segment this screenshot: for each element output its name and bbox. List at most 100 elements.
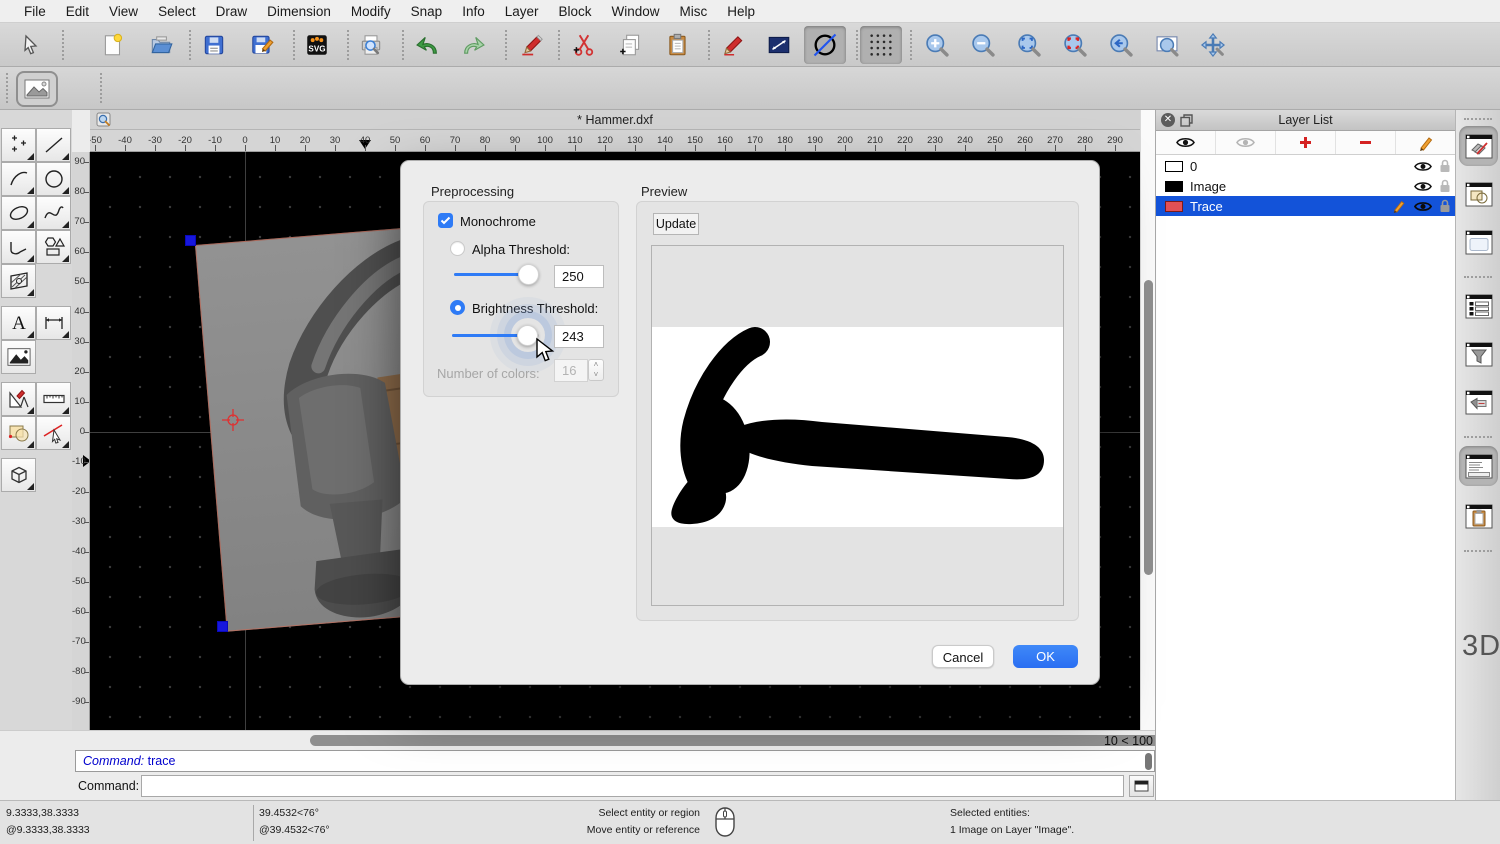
command-history[interactable]: Command: trace <box>75 750 1155 772</box>
new-file-button[interactable] <box>92 26 134 64</box>
menu-item-modify[interactable]: Modify <box>341 4 401 19</box>
circle-tool-button[interactable] <box>36 162 71 196</box>
layer-color-swatch[interactable] <box>1165 201 1183 212</box>
layer-visible-icon[interactable] <box>1414 180 1432 193</box>
number-of-colors-input[interactable]: 16 <box>554 359 588 382</box>
panel-script-shell-button[interactable] <box>1459 382 1498 422</box>
svg-export-button[interactable]: SVG <box>296 26 338 64</box>
insert-image-button[interactable] <box>16 71 58 107</box>
add-layer-button[interactable] <box>1276 131 1336 154</box>
save-button[interactable] <box>193 26 235 64</box>
vertical-scrollbar[interactable] <box>1140 110 1155 750</box>
save-as-button[interactable] <box>241 26 283 64</box>
layer-edit-icon[interactable] <box>1392 199 1406 213</box>
command-input[interactable] <box>141 775 1124 797</box>
block-tool-button[interactable] <box>1 416 36 450</box>
layer-row-trace[interactable]: Trace <box>1156 196 1455 216</box>
brightness-threshold-input[interactable]: 243 <box>554 325 604 348</box>
draw-pencil-button[interactable] <box>712 26 754 64</box>
menu-item-draw[interactable]: Draw <box>206 4 258 19</box>
open-file-button[interactable] <box>140 26 182 64</box>
remove-layer-button[interactable] <box>1336 131 1396 154</box>
ok-button[interactable]: OK <box>1013 645 1078 668</box>
menu-item-layer[interactable]: Layer <box>495 4 549 19</box>
panel-clipboard-button[interactable] <box>1459 496 1498 536</box>
command-panel-toggle-button[interactable] <box>1129 775 1154 797</box>
layer-row-0[interactable]: 0 <box>1156 156 1455 176</box>
menu-item-dimension[interactable]: Dimension <box>257 4 341 19</box>
selection-arrow-button[interactable] <box>10 26 52 64</box>
menu-item-window[interactable]: Window <box>602 4 670 19</box>
menu-item-block[interactable]: Block <box>549 4 602 19</box>
update-button[interactable]: Update <box>653 213 699 235</box>
trace-circle-button[interactable] <box>804 26 846 64</box>
panel-property-editor-button[interactable] <box>1459 446 1498 486</box>
menu-item-edit[interactable]: Edit <box>56 4 99 19</box>
brightness-threshold-radio[interactable] <box>450 300 465 315</box>
arc-tool-button[interactable] <box>1 162 36 196</box>
undo-button[interactable] <box>406 26 448 64</box>
menu-item-select[interactable]: Select <box>148 4 206 19</box>
command-history-scrollbar-thumb[interactable] <box>1145 753 1152 770</box>
cancel-button[interactable]: Cancel <box>932 645 994 668</box>
layer-lock-icon[interactable] <box>1439 159 1451 173</box>
zoom-out-button[interactable] <box>962 26 1004 64</box>
panel-view-list-button[interactable] <box>1459 222 1498 262</box>
shape-tool-button[interactable] <box>36 230 71 264</box>
cut-button[interactable] <box>563 26 605 64</box>
spline-tool-button[interactable] <box>36 196 71 230</box>
menu-item-info[interactable]: Info <box>452 4 495 19</box>
layer-lock-icon[interactable] <box>1439 199 1451 213</box>
strip-handle[interactable] <box>1464 118 1492 120</box>
toolbar-handle[interactable] <box>100 73 102 103</box>
hatch-tool-button[interactable] <box>1 264 36 298</box>
line-tool-button[interactable] <box>36 128 71 162</box>
zoom-selection-button[interactable] <box>1054 26 1096 64</box>
layer-color-swatch[interactable] <box>1165 181 1183 192</box>
vertical-scrollbar-thumb[interactable] <box>1144 280 1153 575</box>
menu-item-misc[interactable]: Misc <box>670 4 718 19</box>
alpha-threshold-input[interactable]: 250 <box>554 265 604 288</box>
selection-handle[interactable] <box>185 235 196 246</box>
menu-item-file[interactable]: File <box>14 4 56 19</box>
layer-visible-icon[interactable] <box>1414 200 1432 213</box>
erase-button[interactable] <box>510 26 552 64</box>
snap-tool-button[interactable] <box>36 416 71 450</box>
polyline-tool-button[interactable] <box>1 230 36 264</box>
dimension-tool-button[interactable] <box>36 306 71 340</box>
menu-item-snap[interactable]: Snap <box>401 4 453 19</box>
horizontal-scrollbar-thumb[interactable] <box>310 735 1205 746</box>
ellipse-tool-button[interactable] <box>1 196 36 230</box>
solid-tool-button[interactable] <box>1 458 36 492</box>
alpha-threshold-radio[interactable] <box>450 241 465 256</box>
menu-item-view[interactable]: View <box>99 4 148 19</box>
grid-toggle-button[interactable] <box>860 26 902 64</box>
show-all-layers-button[interactable] <box>1156 131 1216 154</box>
layer-visible-icon[interactable] <box>1414 160 1432 173</box>
alpha-slider-handle[interactable] <box>518 264 539 285</box>
number-of-colors-spinner[interactable]: ˄˅ <box>588 359 604 381</box>
selection-handle[interactable] <box>217 621 228 632</box>
zoom-auto-button[interactable] <box>1008 26 1050 64</box>
layer-row-image[interactable]: Image <box>1156 176 1455 196</box>
print-preview-button[interactable] <box>350 26 392 64</box>
panel-layer-list-button[interactable] <box>1459 126 1498 166</box>
dimension-button[interactable] <box>758 26 800 64</box>
zoom-previous-button[interactable] <box>1100 26 1142 64</box>
text-tool-button[interactable]: A <box>1 306 36 340</box>
zoom-in-button[interactable] <box>916 26 958 64</box>
layer-color-swatch[interactable] <box>1165 161 1183 172</box>
hide-all-layers-button[interactable] <box>1216 131 1276 154</box>
menu-item-help[interactable]: Help <box>717 4 765 19</box>
toolbar-handle[interactable] <box>6 73 8 103</box>
redo-button[interactable] <box>453 26 495 64</box>
edit-layer-button[interactable] <box>1396 131 1455 154</box>
point-tool-button[interactable] <box>1 128 36 162</box>
copy-button[interactable] <box>610 26 652 64</box>
modify-tools-button[interactable] <box>1 382 36 416</box>
panel-block-list-button[interactable] <box>1459 174 1498 214</box>
document-tab-title[interactable]: * Hammer.dxf <box>90 113 1140 127</box>
measure-tool-button[interactable] <box>36 382 71 416</box>
layer-lock-icon[interactable] <box>1439 179 1451 193</box>
paste-button[interactable] <box>657 26 699 64</box>
